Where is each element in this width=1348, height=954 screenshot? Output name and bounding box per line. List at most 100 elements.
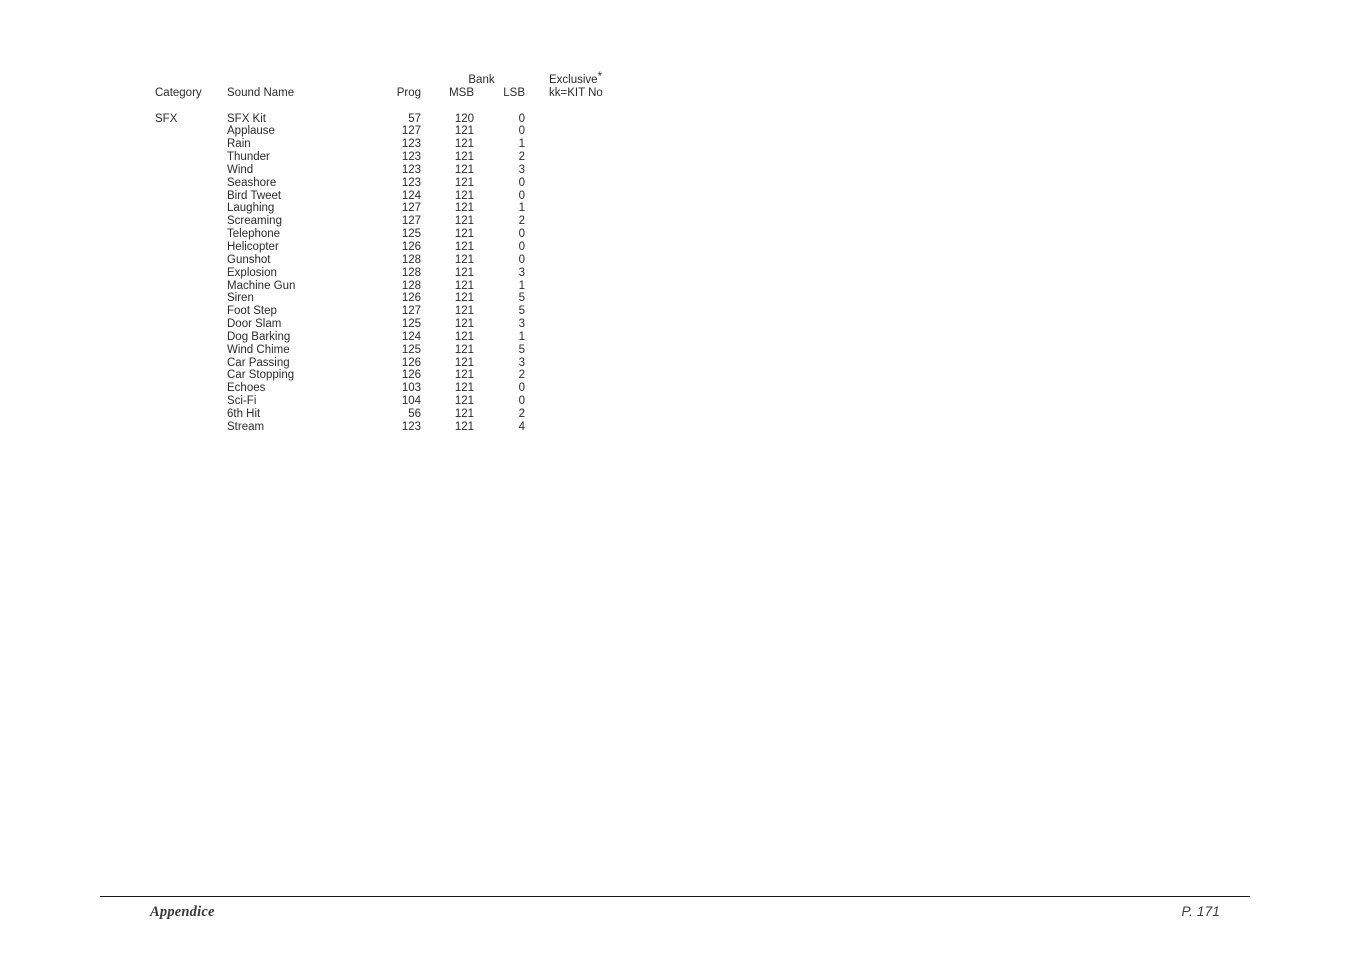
cell-prog: 127 bbox=[401, 215, 421, 228]
cell-msb: 120 bbox=[454, 112, 474, 125]
cell-prog: 57 bbox=[408, 112, 421, 125]
cell-exclusive bbox=[538, 254, 669, 267]
cell-sound-name: Car Stopping bbox=[227, 369, 295, 382]
footer-section-label: Appendice bbox=[150, 904, 215, 920]
cell-prog: 104 bbox=[401, 395, 421, 408]
cell-msb: 121 bbox=[454, 176, 474, 189]
cell-msb: 121 bbox=[454, 356, 474, 369]
cell-lsb: 2 bbox=[518, 151, 525, 164]
cell-lsb: 0 bbox=[518, 382, 525, 395]
table-row: Seashore 123 121 0 bbox=[155, 177, 669, 190]
cell-prog: 123 bbox=[401, 151, 421, 164]
table-row: Dog Barking 124 121 1 bbox=[155, 331, 669, 344]
footer-divider bbox=[100, 896, 1250, 897]
table-row: Stream 123 121 4 bbox=[155, 421, 669, 434]
table-row: 6th Hit 56 121 2 bbox=[155, 408, 669, 421]
cell-exclusive bbox=[538, 190, 669, 203]
table-row: Car Stopping 126 121 2 bbox=[155, 369, 669, 382]
table-header-gap bbox=[155, 100, 669, 113]
cell-prog: 127 bbox=[401, 202, 421, 215]
cell-msb: 121 bbox=[454, 395, 474, 408]
cell-sound-name: Seashore bbox=[227, 176, 277, 189]
cell-prog: 123 bbox=[401, 163, 421, 176]
table-row: Bird Tweet 124 121 0 bbox=[155, 190, 669, 203]
cell-sound-name: Car Passing bbox=[227, 356, 290, 369]
cell-lsb: 0 bbox=[518, 395, 525, 408]
cell-sound-name: Wind bbox=[227, 163, 254, 176]
cell-sound-name: Rain bbox=[227, 138, 251, 151]
cell-sound-name: Stream bbox=[227, 420, 265, 433]
table-row: Thunder 123 121 2 bbox=[155, 151, 669, 164]
cell-exclusive bbox=[538, 395, 669, 408]
cell-prog: 124 bbox=[401, 330, 421, 343]
cell-lsb: 0 bbox=[518, 253, 525, 266]
cell-prog: 128 bbox=[401, 279, 421, 292]
cell-msb: 121 bbox=[454, 202, 474, 215]
cell-exclusive bbox=[538, 202, 669, 215]
cell-sound-name: Wind Chime bbox=[227, 343, 290, 356]
table-row: Wind Chime 125 121 5 bbox=[155, 344, 669, 357]
cell-lsb: 3 bbox=[518, 356, 525, 369]
cell-sound-name: Machine Gun bbox=[227, 279, 296, 292]
cell-msb: 121 bbox=[454, 240, 474, 253]
cell-category bbox=[155, 280, 227, 293]
header-exclusive-asterisk: * bbox=[597, 71, 603, 83]
cell-exclusive bbox=[538, 215, 669, 228]
cell-lsb: 5 bbox=[518, 305, 525, 318]
cell-category bbox=[155, 164, 227, 177]
table-row: Echoes 103 121 0 bbox=[155, 382, 669, 395]
table-header-row-top: Bank Exclusive* bbox=[155, 71, 669, 87]
cell-lsb: 3 bbox=[518, 163, 525, 176]
cell-exclusive bbox=[538, 369, 669, 382]
cell-prog: 128 bbox=[401, 266, 421, 279]
cell-prog: 128 bbox=[401, 253, 421, 266]
cell-msb: 121 bbox=[454, 279, 474, 292]
cell-prog: 125 bbox=[401, 228, 421, 241]
cell-lsb: 0 bbox=[518, 240, 525, 253]
cell-category bbox=[155, 228, 227, 241]
table-row: Rain 123 121 1 bbox=[155, 138, 669, 151]
cell-category bbox=[155, 138, 227, 151]
cell-msb: 121 bbox=[454, 330, 474, 343]
cell-exclusive bbox=[538, 113, 669, 126]
cell-exclusive bbox=[538, 280, 669, 293]
cell-exclusive bbox=[538, 125, 669, 138]
table-row: Machine Gun 128 121 1 bbox=[155, 280, 669, 293]
header-exclusive-text: Exclusive bbox=[549, 74, 598, 86]
column-header-exclusive: kk=KIT No bbox=[549, 86, 603, 99]
cell-sound-name: Echoes bbox=[227, 382, 266, 395]
cell-category bbox=[155, 369, 227, 382]
cell-prog: 125 bbox=[401, 318, 421, 331]
cell-exclusive bbox=[538, 408, 669, 421]
table-row: Screaming 127 121 2 bbox=[155, 215, 669, 228]
cell-lsb: 3 bbox=[518, 318, 525, 331]
column-header-category: Category bbox=[155, 86, 202, 99]
cell-lsb: 1 bbox=[518, 330, 525, 343]
cell-msb: 121 bbox=[454, 266, 474, 279]
header-spacer-soundname bbox=[227, 74, 375, 87]
cell-category bbox=[155, 267, 227, 280]
cell-msb: 121 bbox=[454, 138, 474, 151]
cell-prog: 123 bbox=[401, 420, 421, 433]
cell-msb: 121 bbox=[454, 189, 474, 202]
header-spacer-prog bbox=[375, 74, 429, 87]
cell-msb: 121 bbox=[454, 151, 474, 164]
cell-exclusive bbox=[538, 318, 669, 331]
cell-lsb: 3 bbox=[518, 266, 525, 279]
table-row: Foot Step 127 121 5 bbox=[155, 305, 669, 318]
cell-msb: 121 bbox=[454, 382, 474, 395]
cell-msb: 121 bbox=[454, 215, 474, 228]
cell-prog: 124 bbox=[401, 189, 421, 202]
cell-category bbox=[155, 344, 227, 357]
cell-exclusive bbox=[538, 357, 669, 370]
cell-lsb: 2 bbox=[518, 369, 525, 382]
cell-lsb: 1 bbox=[518, 138, 525, 151]
cell-category bbox=[155, 177, 227, 190]
cell-prog: 126 bbox=[401, 356, 421, 369]
cell-lsb: 5 bbox=[518, 343, 525, 356]
cell-category bbox=[155, 331, 227, 344]
cell-msb: 121 bbox=[454, 318, 474, 331]
cell-sound-name: Bird Tweet bbox=[227, 189, 282, 202]
cell-category bbox=[155, 202, 227, 215]
cell-exclusive bbox=[538, 421, 669, 434]
